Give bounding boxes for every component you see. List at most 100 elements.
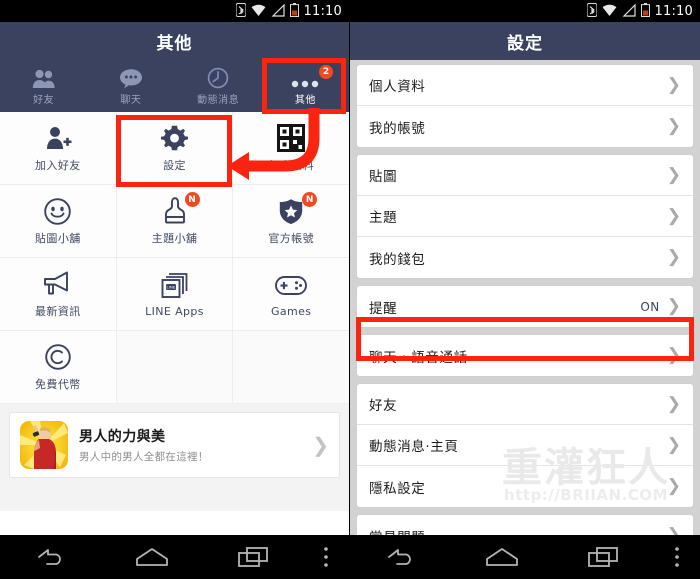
android-navbar-left — [0, 535, 349, 579]
chevron-right-icon: ❯ — [666, 205, 681, 226]
gamepad-icon — [275, 271, 308, 301]
grid-cell-games[interactable]: Games — [233, 258, 349, 330]
tab-more[interactable]: 2 其他 — [262, 60, 349, 112]
grid-cell-add-friend[interactable]: 加入好友 — [0, 112, 117, 184]
grid-cell-sticker-shop[interactable]: 貼圖小舖 — [0, 185, 117, 257]
tab-chat[interactable]: 聊天 — [87, 60, 174, 112]
settings-group: 聊天・語音通話 ❯ — [357, 335, 693, 376]
settings-row-wallet[interactable]: 我的錢包 ❯ — [357, 237, 693, 278]
grid-cell-official-accounts[interactable]: N 官方帳號 — [233, 185, 349, 257]
settings-row-profile[interactable]: 個人資料 ❯ — [357, 65, 693, 106]
line-apps-icon: LINE — [161, 271, 189, 301]
more-icon — [290, 67, 320, 89]
settings-row-notifications[interactable]: 提醒 ON ❯ — [357, 286, 693, 327]
left-phone-screen: 11:10 其他 好友 聊天 動態消息 2 其他 加入好友 設定 個人資料 貼圖… — [0, 0, 350, 579]
promo-texts: 男人的力與美 男人中的男人全都在這裡！ — [79, 426, 301, 464]
signal-icon — [622, 2, 636, 21]
grid-row: 貼圖小舖 N 主題小舖 N 官方帳號 — [0, 185, 349, 258]
tab-label-timeline: 動態消息 — [197, 94, 240, 106]
settings-row-label: 主題 — [369, 210, 398, 226]
recents-icon[interactable] — [553, 546, 654, 568]
settings-group: 好友 ❯ 動態消息·主頁 ❯ 隱私設定 ❯ — [357, 384, 693, 507]
app-header-right: 設定 — [350, 22, 700, 60]
settings-row-label: 動態消息·主頁 — [369, 439, 459, 455]
promo-section: 男人的力與美 男人中的男人全都在這裡！ ❯ — [0, 404, 349, 511]
grid-label: 官方帳號 — [268, 232, 314, 245]
bluetooth-icon — [234, 2, 247, 21]
promo-banner[interactable]: 男人的力與美 男人中的男人全都在這裡！ ❯ — [10, 413, 339, 477]
grid-label: LINE Apps — [145, 304, 204, 318]
grid-label: 個人資料 — [268, 159, 314, 172]
settings-row-label: 我的錢包 — [369, 251, 426, 268]
wifi-icon — [602, 2, 617, 21]
back-icon[interactable] — [350, 546, 451, 568]
grid-label: 最新資訊 — [35, 305, 81, 318]
settings-row-account[interactable]: 我的帳號 ❯ — [357, 106, 693, 147]
grid-label: 貼圖小舖 — [35, 232, 81, 245]
wifi-icon — [251, 2, 266, 21]
settings-row-friends[interactable]: 好友 ❯ — [357, 384, 693, 425]
new-badge: N — [302, 192, 318, 207]
right-phone-screen: 11:10 設定 個人資料 ❯ 我的帳號 ❯ 貼圖 ❯ 主題 ❯ 我的錢包 ❯ … — [350, 0, 700, 579]
chevron-right-icon: ❯ — [666, 296, 681, 316]
tab-more-badge: 2 — [319, 65, 333, 79]
tab-friends[interactable]: 好友 — [0, 60, 87, 112]
settings-row-privacy[interactable]: 隱私設定 ❯ — [357, 466, 693, 507]
timeline-icon — [207, 67, 229, 89]
grid-cell-free-coin[interactable]: 免費代幣 — [0, 331, 117, 403]
home-icon[interactable] — [451, 547, 552, 567]
settings-group: 提醒 ON ❯ — [357, 286, 693, 327]
settings-row-label: 隱私設定 — [369, 480, 426, 497]
home-icon[interactable] — [101, 547, 202, 567]
grid-cell-settings[interactable]: 設定 — [116, 112, 234, 184]
tab-label-chat: 聊天 — [120, 94, 142, 106]
grid-row: 最新資訊 LINE LINE Apps Games — [0, 258, 349, 331]
settings-row-label: 我的帳號 — [369, 120, 426, 137]
grid-row: 加入好友 設定 個人資料 — [0, 112, 349, 185]
settings-row-timeline-home[interactable]: 動態消息·主頁 ❯ — [357, 425, 693, 466]
promo-title: 男人的力與美 — [79, 429, 166, 445]
status-icons — [234, 2, 299, 21]
menu-icon[interactable] — [654, 546, 700, 568]
bluetooth-icon — [585, 2, 598, 21]
grid-cell-news[interactable]: 最新資訊 — [0, 258, 117, 330]
settings-row-label: 提醒 — [369, 300, 398, 317]
settings-row-stickers[interactable]: 貼圖 ❯ — [357, 155, 693, 196]
dual-screenshot: 11:10 其他 好友 聊天 動態消息 2 其他 加入好友 設定 個人資料 貼圖… — [0, 0, 700, 579]
grid-cell-empty — [233, 331, 349, 403]
grid-cell-line-apps[interactable]: LINE LINE Apps — [116, 258, 234, 330]
grid-label: 免費代幣 — [35, 378, 81, 391]
settings-group: 貼圖 ❯ 主題 ❯ 我的錢包 ❯ — [357, 155, 693, 278]
back-icon[interactable] — [0, 546, 101, 568]
bottom-tabbar: 好友 聊天 動態消息 2 其他 — [0, 60, 349, 112]
chevron-right-icon: ❯ — [666, 164, 681, 185]
recents-icon[interactable] — [202, 546, 303, 568]
android-navbar-right — [350, 535, 700, 579]
friends-icon — [32, 67, 56, 89]
app-header-left: 其他 — [0, 22, 349, 60]
official-badge-icon: N — [278, 192, 318, 226]
settings-group: 個人資料 ❯ 我的帳號 ❯ — [357, 65, 693, 147]
muscle-man-thumbnail — [20, 421, 68, 469]
status-bar-right: 11:10 — [350, 0, 700, 22]
battery-icon — [640, 2, 650, 21]
grid-label: 設定 — [163, 159, 186, 172]
chevron-right-icon: ❯ — [666, 476, 681, 496]
settings-row-chat-voicecall[interactable]: 聊天・語音通話 ❯ — [357, 335, 693, 376]
add-friend-icon — [44, 123, 72, 153]
menu-icon[interactable] — [303, 546, 349, 568]
settings-row-value: ON — [640, 299, 660, 314]
features-grid: 加入好友 設定 個人資料 貼圖小舖 N 主題小舖 N 官方帳號 最新資訊 LIN… — [0, 112, 349, 404]
chevron-right-icon: ❯ — [666, 393, 681, 414]
page-title-left: 其他 — [156, 33, 193, 54]
settings-row-theme[interactable]: 主題 ❯ — [357, 196, 693, 237]
status-time: 11:10 — [654, 3, 693, 19]
chevron-right-icon: ❯ — [666, 247, 681, 267]
chevron-right-icon: ❯ — [666, 345, 681, 365]
grid-cell-profile[interactable]: 個人資料 — [233, 112, 349, 184]
grid-cell-theme-shop[interactable]: N 主題小舖 — [116, 185, 234, 257]
new-badge: N — [184, 192, 200, 207]
qr-profile-icon — [277, 123, 306, 153]
status-icons — [585, 2, 650, 21]
tab-timeline[interactable]: 動態消息 — [175, 60, 262, 112]
